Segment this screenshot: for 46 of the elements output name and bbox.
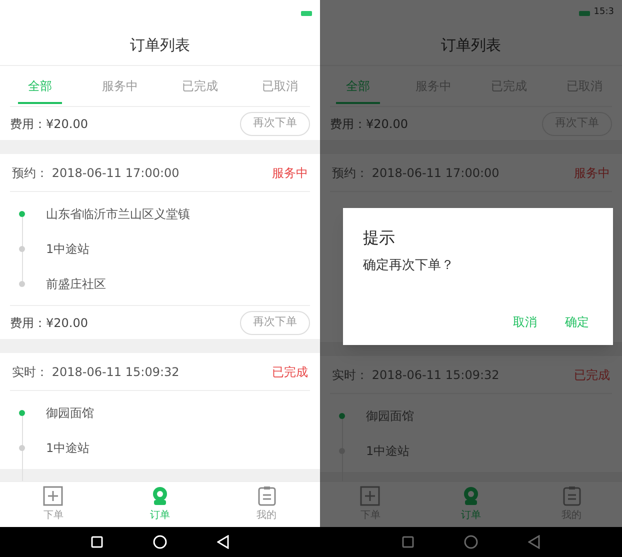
circle-icon[interactable]	[153, 535, 167, 549]
stop-address: 御园面馆	[46, 404, 94, 422]
person-icon	[150, 486, 170, 506]
order-time: 实时： 2018-06-11 15:09:32	[332, 366, 500, 384]
reorder-button[interactable]: 再次下单	[240, 310, 310, 334]
person-icon	[461, 486, 481, 506]
reorder-button[interactable]: 再次下单	[240, 112, 310, 136]
order-status: 已完成	[272, 364, 308, 380]
stop-address: 1中途站	[46, 240, 90, 258]
stop-address: 御园面馆	[366, 408, 414, 424]
stop-address: 前盛庄社区	[46, 276, 106, 292]
stop-address: 1中途站	[366, 442, 410, 460]
plus-square-icon	[360, 486, 380, 506]
dialog-button[interactable]: 取消	[509, 313, 541, 331]
stop-address: 山东省临沂市兰山区义堂镇	[46, 206, 190, 222]
bottom-nav-item[interactable]: 订单	[106, 482, 214, 527]
filter-tab[interactable]: 全部	[320, 66, 396, 106]
order-time: 预约： 2018-06-11 17:00:00	[12, 164, 180, 182]
dialog-message: 确定再次下单？	[363, 257, 455, 275]
status-time: 15:3	[594, 6, 614, 20]
dialog-title: 提示	[363, 227, 396, 249]
square-icon[interactable]	[91, 536, 103, 548]
clipboard-icon	[258, 486, 276, 506]
back-icon[interactable]	[217, 535, 229, 549]
page-title: 订单列表	[320, 26, 622, 66]
battery-icon	[301, 10, 312, 16]
order-status: 已完成	[574, 366, 610, 384]
order-fee: 费用：¥20.00	[10, 314, 88, 332]
bottom-nav-item[interactable]: 我的	[213, 482, 320, 527]
order-status: 服务中	[574, 164, 610, 182]
order-fee: 费用：¥20.00	[330, 116, 408, 132]
bottom-nav-item[interactable]: 下单	[0, 482, 107, 527]
filter-tab[interactable]: 已完成	[160, 66, 240, 106]
dialog-button[interactable]: 确定	[561, 313, 593, 331]
battery-icon	[578, 10, 590, 16]
order-status: 服务中	[272, 164, 308, 182]
order-time: 实时： 2018-06-11 15:09:32	[12, 364, 180, 380]
bottom-nav-item[interactable]: 订单	[420, 482, 522, 527]
filter-tab[interactable]: 服务中	[80, 66, 160, 106]
filter-tab[interactable]: 已取消	[240, 66, 320, 106]
order-fee: 费用：¥20.00	[10, 116, 88, 132]
plus-square-icon	[43, 486, 64, 506]
clipboard-icon	[562, 486, 581, 506]
order-time: 预约： 2018-06-11 17:00:00	[332, 164, 500, 182]
stop-address: 1中途站	[46, 440, 90, 456]
filter-tab[interactable]: 全部	[0, 66, 80, 106]
